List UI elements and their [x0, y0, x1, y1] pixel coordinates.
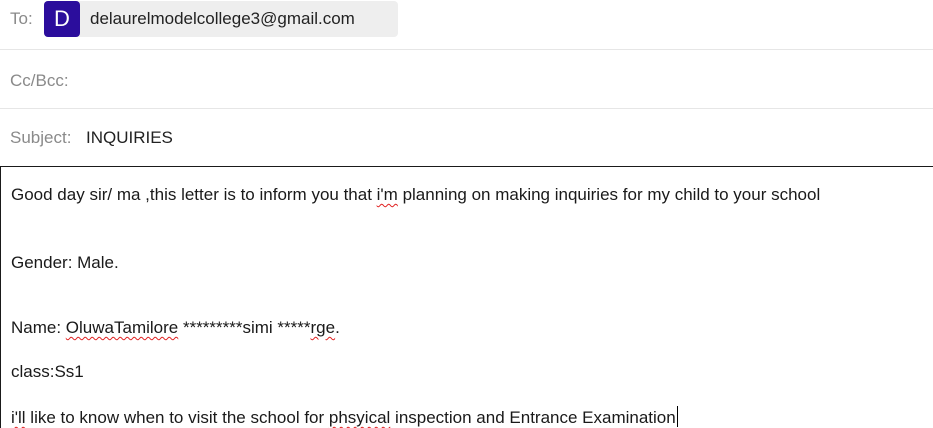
message-body-editor[interactable]: Good day sir/ ma ,this letter is to info… [0, 166, 933, 428]
name-text-before: Name: [11, 318, 66, 337]
body-line-visit: i'll like to know when to visit the scho… [11, 406, 678, 428]
misspelled-word[interactable]: i'm [377, 185, 398, 204]
text-cursor [676, 406, 678, 427]
name-text-after: . [335, 318, 340, 337]
misspelled-word[interactable]: phsyical [329, 408, 390, 427]
visit-text-middle: like to know when to visit the school fo… [25, 408, 329, 427]
recipient-avatar: D [44, 1, 80, 37]
body-line-class: class:Ss1 [11, 362, 84, 381]
to-row[interactable]: To: D delaurelmodelcollege3@gmail.com [0, 0, 933, 50]
subject-input[interactable]: INQUIRIES [86, 128, 173, 148]
misspelled-word[interactable]: OluwaTamilore [66, 318, 178, 337]
subject-label: Subject: [10, 128, 72, 147]
misspelled-word[interactable]: rge [311, 318, 336, 337]
recipient-chip[interactable]: D delaurelmodelcollege3@gmail.com [44, 1, 398, 37]
recipient-email: delaurelmodelcollege3@gmail.com [90, 9, 355, 28]
to-label: To: [10, 9, 33, 28]
greeting-text-after: planning on making inquiries for my chil… [397, 185, 821, 204]
visit-text-after: inspection and Entrance Examination [390, 408, 676, 427]
body-line-gender: Gender: Male. [11, 253, 119, 272]
subject-row[interactable]: Subject: INQUIRIES [0, 109, 933, 166]
body-line-greeting: Good day sir/ ma ,this letter is to info… [11, 185, 820, 205]
name-text-middle: *********simi ***** [178, 318, 311, 337]
misspelled-word[interactable]: i'll [11, 408, 26, 427]
cc-bcc-row[interactable]: Cc/Bcc: [0, 50, 933, 109]
body-line-name: Name: OluwaTamilore *********simi *****r… [11, 318, 340, 338]
greeting-text-before: Good day sir/ ma ,this letter is to info… [11, 185, 377, 204]
cc-bcc-label[interactable]: Cc/Bcc: [10, 71, 69, 91]
